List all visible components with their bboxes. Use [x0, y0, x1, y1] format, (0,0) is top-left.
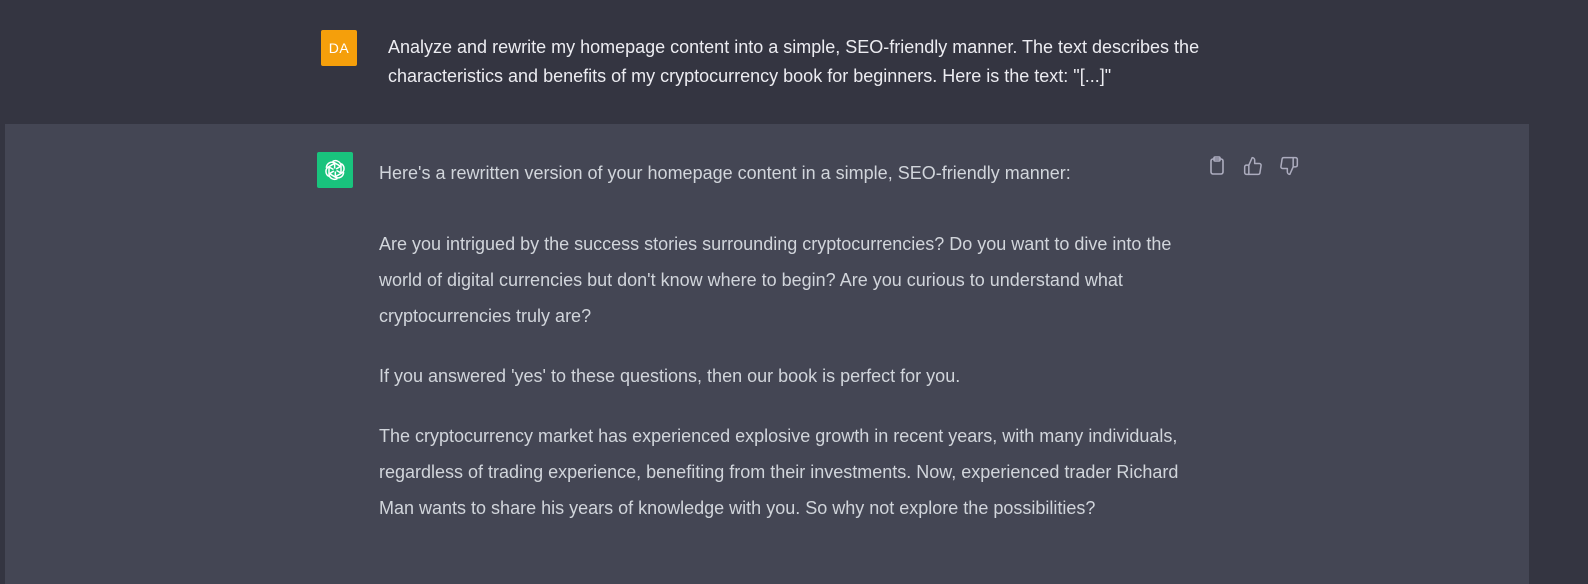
user-message-text: Analyze and rewrite my homepage content …	[388, 37, 1200, 86]
assistant-paragraph: The cryptocurrency market has experience…	[379, 426, 1179, 518]
assistant-paragraph: Are you intrigued by the success stories…	[379, 234, 1172, 326]
message-actions	[1205, 154, 1301, 178]
user-avatar: DA	[321, 30, 357, 66]
thumbs-up-icon[interactable]	[1241, 154, 1265, 178]
assistant-paragraph: If you answered 'yes' to these questions…	[379, 366, 961, 386]
user-message-row: DA Analyze and rewrite my homepage conte…	[0, 0, 1529, 124]
openai-logo-icon	[317, 152, 353, 188]
thumbs-down-icon[interactable]	[1277, 154, 1301, 178]
assistant-intro-text: Here's a rewritten version of your homep…	[379, 163, 1071, 183]
assistant-message-row: Here's a rewritten version of your homep…	[5, 124, 1529, 584]
assistant-message-content: Here's a rewritten version of your homep…	[379, 155, 1194, 550]
chat-page: DA Analyze and rewrite my homepage conte…	[0, 0, 1588, 584]
right-gutter	[1529, 0, 1588, 584]
user-avatar-initials: DA	[328, 40, 350, 56]
clipboard-icon[interactable]	[1205, 154, 1229, 178]
